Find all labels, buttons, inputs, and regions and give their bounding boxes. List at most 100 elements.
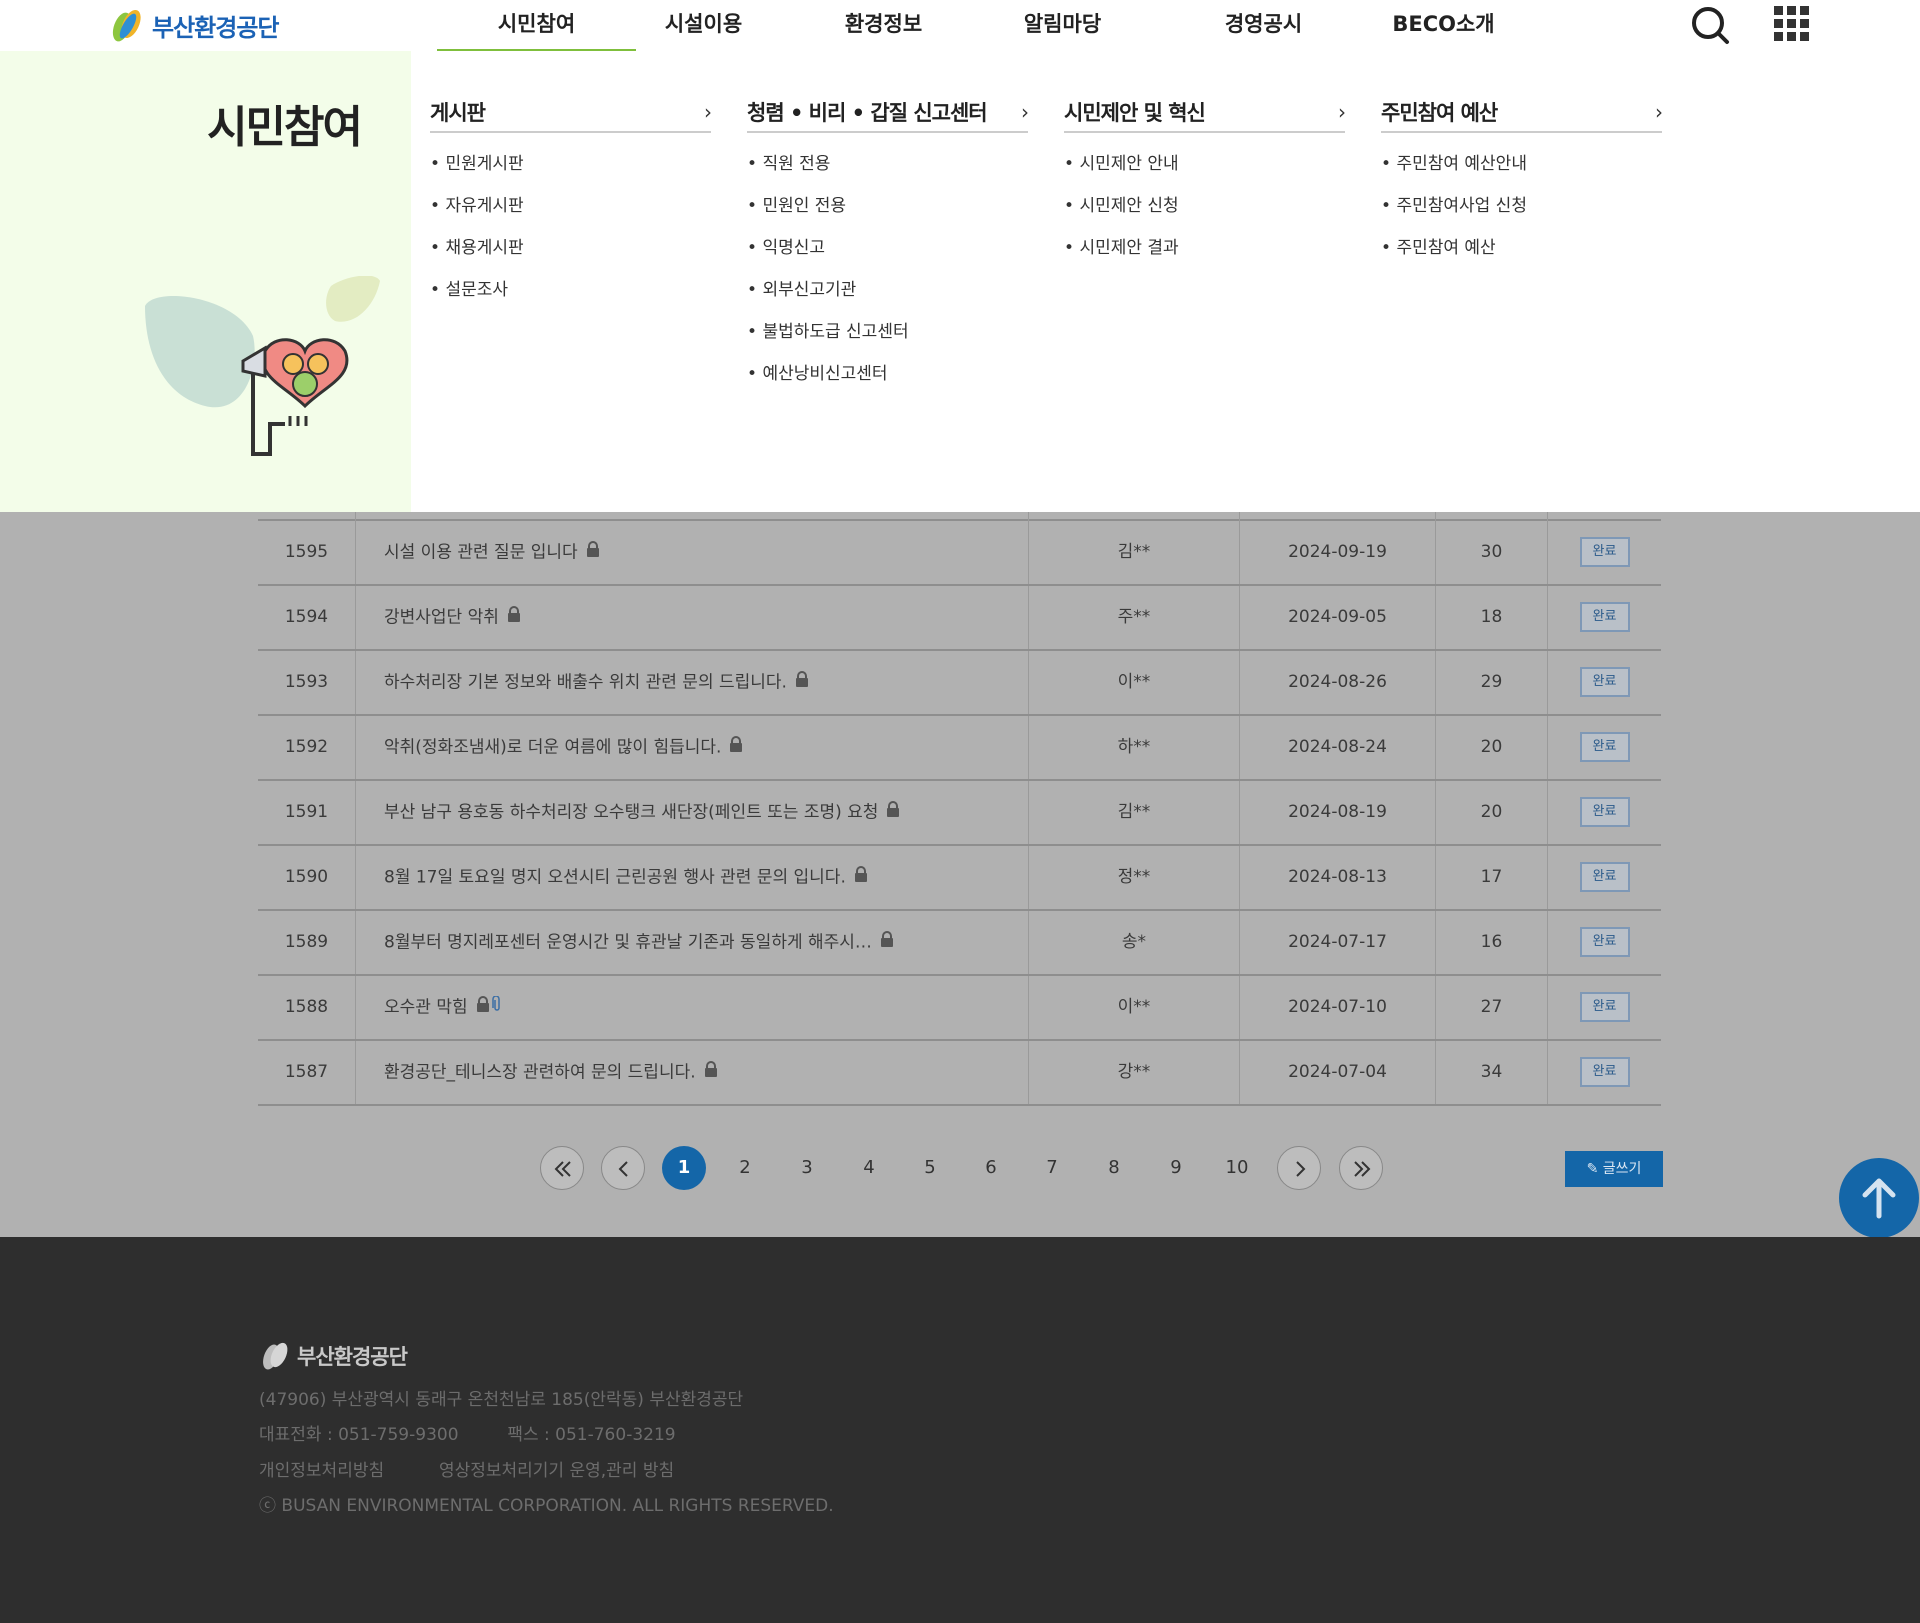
nav-item-environment[interactable]: 환경정보 xyxy=(816,0,951,51)
row-title-cell[interactable]: 시설 이용 관련 질문 입니다 xyxy=(356,521,1029,584)
page-8-button[interactable]: 8 xyxy=(1092,1146,1136,1190)
mega-col-head-integrity[interactable]: 청렴 • 비리 • 갑질 신고센터 › xyxy=(747,93,1029,133)
row-title[interactable]: 부산 남구 용호동 하수처리장 오수탱크 새단장(페인트 또는 조명) 요청 xyxy=(384,803,878,823)
table-row[interactable]: 1591 부산 남구 용호동 하수처리장 오수탱크 새단장(페인트 또는 조명) … xyxy=(258,781,1661,846)
page-9-button[interactable]: 9 xyxy=(1154,1146,1198,1190)
privacy-policy-link[interactable]: 개인정보처리방침 xyxy=(259,1461,384,1481)
mega-col-proposal: 시민제안 및 혁신 › 시민제안 안내 시민제안 신청 시민제안 결과 xyxy=(1064,93,1346,273)
nav-item-facility[interactable]: 시설이용 xyxy=(636,0,771,51)
page-4-button[interactable]: 4 xyxy=(847,1146,891,1190)
search-icon[interactable] xyxy=(1690,5,1730,45)
lock-icon xyxy=(854,846,868,909)
table-row[interactable]: 1593 하수처리장 기본 정보와 배출수 위치 관련 문의 드립니다. 이** 20… xyxy=(258,651,1661,716)
row-title-cell[interactable]: 8월 17일 토요일 명지 오션시티 근린공원 행사 관련 문의 입니다. xyxy=(356,846,1029,909)
row-date: 2024-09-05 xyxy=(1240,586,1436,649)
cctv-policy-link[interactable]: 영상정보처리기기 운영,관리 방침 xyxy=(439,1461,674,1481)
row-title-cell[interactable]: 악취(정화조냄새)로 더운 여름에 많이 힘듭니다. xyxy=(356,716,1029,779)
lock-icon xyxy=(507,586,521,649)
page-6-button[interactable]: 6 xyxy=(969,1146,1013,1190)
chevron-right-icon xyxy=(1296,1161,1306,1177)
row-status-cell: 완료 xyxy=(1548,521,1661,584)
mega-link[interactable]: 예산낭비신고센터 xyxy=(747,357,1028,399)
row-title-cell[interactable]: 하수처리장 기본 정보와 배출수 위치 관련 문의 드립니다. xyxy=(356,651,1029,714)
next-page-button[interactable] xyxy=(1277,1146,1321,1190)
mega-link[interactable]: 주민참여 예산안내 xyxy=(1381,147,1662,189)
mega-menu-hero: 시민참여 xyxy=(0,51,411,512)
row-title[interactable]: 시설 이용 관련 질문 입니다 xyxy=(384,543,578,563)
mega-link[interactable]: 자유게시판 xyxy=(430,189,711,231)
footer-policy-links: 개인정보처리방침 영상정보처리기기 운영,관리 방침 xyxy=(259,1456,674,1481)
mega-col-head-board[interactable]: 게시판 › xyxy=(430,93,712,133)
table-row[interactable]: 1592 악취(정화조냄새)로 더운 여름에 많이 힘듭니다. 하** 2024-08… xyxy=(258,716,1661,781)
page-3-button[interactable]: 3 xyxy=(785,1146,829,1190)
mega-link[interactable]: 시민제안 안내 xyxy=(1064,147,1345,189)
row-title[interactable]: 오수관 막힘 xyxy=(384,998,468,1018)
mega-col-head-proposal[interactable]: 시민제안 및 혁신 › xyxy=(1064,93,1346,133)
row-writer: 하** xyxy=(1029,716,1240,779)
page-2-button[interactable]: 2 xyxy=(723,1146,767,1190)
row-title[interactable]: 8월부터 명지레포센터 운영시간 및 휴관날 기존과 동일하게 해주시… xyxy=(384,933,872,953)
lock-icon xyxy=(729,716,743,779)
nav-item-management[interactable]: 경영공시 xyxy=(1196,0,1331,51)
mega-link[interactable]: 외부신고기관 xyxy=(747,273,1028,315)
table-row[interactable]: 1587 환경공단_테니스장 관련하여 문의 드립니다. 강** 2024-07-04… xyxy=(258,1041,1661,1106)
row-title[interactable]: 환경공단_테니스장 관련하여 문의 드립니다. xyxy=(384,1063,696,1083)
nav-item-notice[interactable]: 알림마당 xyxy=(995,0,1130,51)
row-title[interactable]: 8월 17일 토요일 명지 오션시티 근린공원 행사 관련 문의 입니다. xyxy=(384,868,846,888)
row-title-cell[interactable]: 부산 남구 용호동 하수처리장 오수탱크 새단장(페인트 또는 조명) 요청 xyxy=(356,781,1029,844)
table-row[interactable]: 1595 시설 이용 관련 질문 입니다 김** 2024-09-19 30 완료 xyxy=(258,521,1661,586)
mega-link[interactable]: 직원 전용 xyxy=(747,147,1028,189)
row-views: 29 xyxy=(1436,651,1548,714)
nav-item-citizen[interactable]: 시민참여 xyxy=(437,0,636,51)
row-number: 1591 xyxy=(258,781,356,844)
mega-link[interactable]: 시민제안 결과 xyxy=(1064,231,1345,273)
mega-link[interactable]: 익명신고 xyxy=(747,231,1028,273)
row-title-cell[interactable]: 환경공단_테니스장 관련하여 문의 드립니다. xyxy=(356,1041,1029,1104)
mega-col-head-budget[interactable]: 주민참여 예산 › xyxy=(1381,93,1663,133)
mega-link[interactable]: 시민제안 신청 xyxy=(1064,189,1345,231)
last-page-button[interactable] xyxy=(1339,1146,1383,1190)
row-status-cell: 완료 xyxy=(1548,781,1661,844)
page-10-button[interactable]: 10 xyxy=(1215,1146,1259,1190)
page-5-button[interactable]: 5 xyxy=(908,1146,952,1190)
table-row[interactable]: 1594 강변사업단 악취 주** 2024-09-05 18 완료 xyxy=(258,586,1661,651)
megaphone-heart-illustration-icon xyxy=(145,276,380,456)
row-title[interactable]: 강변사업단 악취 xyxy=(384,608,499,628)
table-row[interactable]: 1590 8월 17일 토요일 명지 오션시티 근린공원 행사 관련 문의 입니다… xyxy=(258,846,1661,911)
mega-link[interactable]: 설문조사 xyxy=(430,273,711,315)
mega-col-title: 시민제안 및 혁신 xyxy=(1064,101,1206,125)
row-title[interactable]: 악취(정화조냄새)로 더운 여름에 많이 힘듭니다. xyxy=(384,738,721,758)
table-row[interactable]: 1589 8월부터 명지레포센터 운영시간 및 휴관날 기존과 동일하게 해주시…… xyxy=(258,911,1661,976)
row-title-cell[interactable]: 오수관 막힘 xyxy=(356,976,1029,1039)
mega-col-board: 게시판 › 민원게시판 자유게시판 채용게시판 설문조사 xyxy=(430,93,712,315)
mega-link[interactable]: 민원인 전용 xyxy=(747,189,1028,231)
first-page-button[interactable] xyxy=(540,1146,584,1190)
row-writer: 강** xyxy=(1029,1041,1240,1104)
footer-fax: 팩스 : 051-760-3219 xyxy=(507,1425,676,1445)
mega-link[interactable]: 채용게시판 xyxy=(430,231,711,273)
prev-page-button[interactable] xyxy=(601,1146,645,1190)
page-1-button[interactable]: 1 xyxy=(662,1146,706,1190)
write-button[interactable]: ✎ 글쓰기 xyxy=(1565,1151,1663,1187)
row-writer: 정** xyxy=(1029,846,1240,909)
scroll-top-button[interactable] xyxy=(1839,1158,1919,1238)
page-7-button[interactable]: 7 xyxy=(1030,1146,1074,1190)
row-number: 1588 xyxy=(258,976,356,1039)
row-title-cell[interactable]: 8월부터 명지레포센터 운영시간 및 휴관날 기존과 동일하게 해주시… xyxy=(356,911,1029,974)
row-views: 27 xyxy=(1436,976,1548,1039)
status-badge: 완료 xyxy=(1579,797,1630,827)
row-title[interactable]: 하수처리장 기본 정보와 배출수 위치 관련 문의 드립니다. xyxy=(384,673,787,693)
all-menu-grid-icon[interactable] xyxy=(1774,6,1810,42)
row-title-cell[interactable]: 강변사업단 악취 xyxy=(356,586,1029,649)
nav-item-beco[interactable]: BECO소개 xyxy=(1376,0,1511,51)
mega-col-budget: 주민참여 예산 › 주민참여 예산안내 주민참여사업 신청 주민참여 예산 xyxy=(1381,93,1663,273)
mega-link[interactable]: 불법하도급 신고센터 xyxy=(747,315,1028,357)
mega-link[interactable]: 주민참여 예산 xyxy=(1381,231,1662,273)
chevron-right-icon: › xyxy=(1021,100,1029,124)
row-status-cell: 완료 xyxy=(1548,716,1661,779)
arrow-up-icon xyxy=(1862,1178,1896,1219)
mega-link[interactable]: 주민참여사업 신청 xyxy=(1381,189,1662,231)
site-logo[interactable]: 부산환경공단 xyxy=(108,5,279,45)
table-row[interactable]: 1588 오수관 막힘 이** 2024-07-10 27 완료 xyxy=(258,976,1661,1041)
mega-link[interactable]: 민원게시판 xyxy=(430,147,711,189)
